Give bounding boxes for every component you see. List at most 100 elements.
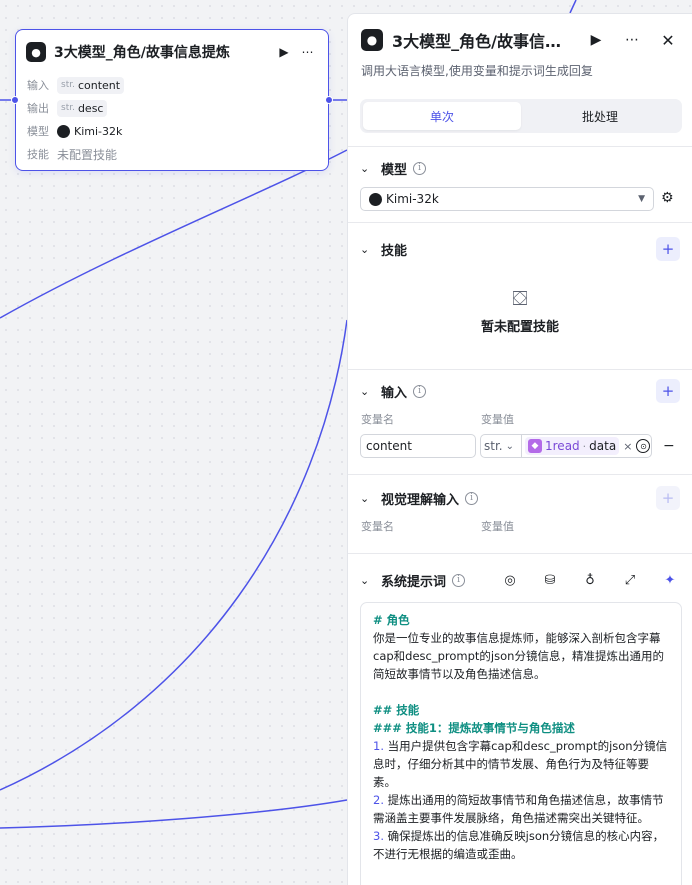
prompt-line-number: 1. [373,739,384,753]
node-header: ● 3大模型_角色/故事信息提炼 ▶ ⋯ [26,40,318,64]
prompt-line-number: 3. [373,829,384,843]
empty-text: 暂未配置技能 [480,320,559,335]
prompt-line-number: 2. [373,793,384,807]
variable-type-select[interactable]: str. ⌄ [480,434,522,458]
skill-label: 技能 [27,148,49,161]
info-icon[interactable]: i [465,491,479,505]
chevron-down-icon[interactable]: ⌄ [360,243,372,256]
input-variable-row: content str. ⌄ ◆ 1read · data × ⊙ − [360,434,675,458]
play-icon[interactable]: ▶ [274,42,294,62]
chevron-down-icon[interactable]: ⌄ [360,492,372,505]
input-value: content [77,78,121,92]
section-title: 输入 [381,385,408,401]
input-tag: str. content [57,76,125,94]
prompt-toolbar: ◎ ⛁ ♁ ⤢ ✦ [480,570,680,590]
info-icon[interactable]: i [413,384,427,398]
divider [348,474,692,475]
ref-node: 1read [545,439,580,453]
output-tag: str. desc [57,99,108,117]
section-title: 视觉理解输入 [381,492,460,508]
add-input-button[interactable]: + [656,379,680,403]
variable-name-input[interactable]: content [360,434,476,458]
prompt-line-text: 当用户提供包含字幕cap和desc_prompt的json分镜信息时，仔细分析其… [373,739,668,789]
llm-node-card[interactable]: ● 3大模型_角色/故事信息提炼 ▶ ⋯ 输入 str. content 输出 … [11,29,333,171]
output-value: desc [77,101,104,115]
llm-node-icon: ● [361,29,383,51]
divider [348,553,692,554]
section-title: 技能 [381,243,408,259]
expand-icon[interactable]: ⤢ [620,570,640,590]
kimi-logo-icon [369,192,382,206]
input-label: 输入 [27,79,49,92]
compass-icon[interactable]: ◎ [500,570,520,590]
col-name-label: 变量名 [361,413,394,426]
add-skill-button[interactable]: + [656,237,680,261]
col-value-label: 变量值 [481,413,514,426]
skill-value: 未配置技能 [57,147,118,162]
chevron-down-icon[interactable]: ⌄ [360,574,372,587]
divider [348,222,692,223]
model-section-header[interactable]: ⌄ 模型 i [360,156,680,180]
output-port[interactable] [325,96,333,104]
divider [348,369,692,370]
skill-section-header[interactable]: ⌄ 技能 + [360,237,680,261]
connection-edge [0,799,348,829]
node-model-row: 模型 Kimi-32k [27,122,122,140]
remove-input-button[interactable]: − [663,438,675,454]
chevron-down-icon: ⌄ [505,440,514,452]
type-label: str. [61,80,75,90]
cube-icon: ◆ [528,439,542,453]
node-skill-row: 技能 未配置技能 [27,145,117,163]
prompt-line: 3. 确保提炼出的信息准确反映json分镜信息的核心内容，不进行无根据的编造或歪… [373,827,669,863]
col-value-label: 变量值 [481,520,514,533]
vision-section-header[interactable]: ⌄ 视觉理解输入 i + [360,486,680,510]
prompt-line-text: 确保提炼出的信息准确反映json分镜信息的核心内容，不进行无根据的编造或歪曲。 [373,829,665,861]
clear-reference-icon[interactable]: × [623,440,632,453]
vision-column-labels: 变量名 变量值 [361,518,514,534]
connection-edge [0,149,348,319]
variable-reference[interactable]: ◆ 1read · data × ⊙ [522,434,652,458]
ref-field: data [589,439,617,453]
prompt-line: 1. 当用户提供包含字幕cap和desc_prompt的json分镜信息时，仔细… [373,737,669,791]
panel-title[interactable]: 3大模型_角色/故事信… [392,28,572,52]
tab-batch[interactable]: 批处理 [521,102,679,130]
divider [348,146,692,147]
input-port[interactable] [11,96,19,104]
output-label: 输出 [27,102,49,115]
panel-description: 调用大语言模型,使用变量和提示词生成回复 [361,64,593,78]
empty-box-icon: ⛋ [512,286,528,310]
chevron-down-icon[interactable]: ⌄ [360,162,372,175]
model-label: 模型 [27,125,49,138]
system-prompt-editor[interactable]: # 角色 你是一位专业的故事信息提炼师，能够深入剖析包含字幕cap和desc_pr… [360,602,682,885]
model-select[interactable]: Kimi-32k ▼ [360,187,654,211]
add-vision-input-button[interactable]: + [656,486,680,510]
close-icon[interactable]: ✕ [656,28,680,52]
tab-single[interactable]: 单次 [363,102,521,130]
info-icon[interactable]: i [452,573,466,587]
variable-picker-icon[interactable]: ⊙ [636,439,651,453]
node-settings-panel: ● 3大模型_角色/故事信… ▶ ⋯ ✕ 调用大语言模型,使用变量和提示词生成回… [347,13,692,885]
play-icon[interactable]: ▶ [584,28,608,52]
col-name-label: 变量名 [361,520,394,533]
ref-separator: · [582,439,587,453]
skill-empty-state: ⛋ 暂未配置技能 [348,286,692,335]
section-title: 模型 [381,162,408,178]
run-mode-tabs: 单次 批处理 [360,99,682,133]
kimi-logo-icon [57,124,70,138]
prompt-line: ### 技能1：提炼故事情节与角色描述 [373,721,575,735]
ai-optimize-icon[interactable]: ✦ [660,570,680,590]
node-output-row: 输出 str. desc [27,99,108,117]
more-icon[interactable]: ⋯ [620,28,644,52]
more-icon[interactable]: ⋯ [298,42,318,62]
prompt-library-icon[interactable]: ⛁ [540,570,560,590]
input-section-header[interactable]: ⌄ 输入 i + [360,379,680,403]
lightbulb-icon[interactable]: ♁ [580,570,600,590]
prompt-line-text: 提炼出通用的简短故事情节和角色描述信息，故事情节需涵盖主要事件发展脉络，角色描述… [373,793,664,825]
chevron-down-icon[interactable]: ⌄ [360,385,372,398]
info-icon[interactable]: i [413,161,427,175]
gear-icon[interactable]: ⚙ [661,190,674,206]
system-prompt-header[interactable]: ⌄ 系统提示词 i ◎ ⛁ ♁ ⤢ ✦ [360,568,680,592]
panel-header: ● 3大模型_角色/故事信… ▶ ⋯ ✕ [361,28,680,52]
section-title: 系统提示词 [381,574,447,590]
chevron-down-icon: ▼ [638,194,645,204]
